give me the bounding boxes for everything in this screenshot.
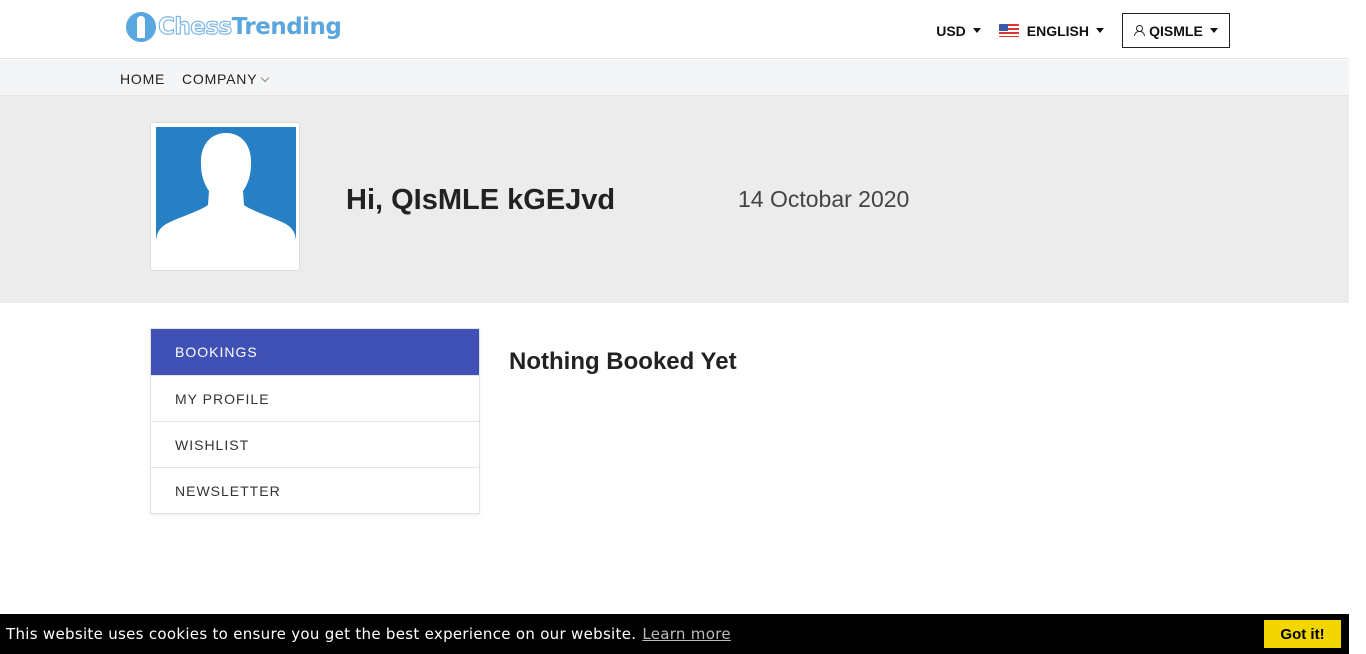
avatar-image [156,127,296,242]
logo-text: ChessTrending [157,13,342,40]
learn-more-link[interactable]: Learn more [642,625,731,643]
cookie-message: This website uses cookies to ensure you … [6,625,731,643]
user-label: QISMLE [1149,22,1203,39]
sidebar-item-newsletter[interactable]: NEWSLETTER [151,467,479,513]
sidebar-item-bookings[interactable]: BOOKINGS [151,329,479,375]
current-date: 14 Octobar 2020 [738,186,910,212]
nav-item-home[interactable]: HOME [120,71,165,87]
sidebar-item-label: NEWSLETTER [175,482,281,499]
sidebar-item-label: WISHLIST [175,436,250,453]
nav-item-label: COMPANY [182,71,258,87]
avatar [150,122,300,271]
user-icon [1134,25,1146,36]
sidebar-item-label: MY PROFILE [175,390,270,407]
default-user-silhouette-icon [156,133,296,242]
logo-text-chess: Chess [157,13,232,40]
caret-down-icon [1209,28,1218,33]
main-nav: HOME COMPANY [0,60,1349,96]
caret-down-icon [1096,28,1104,33]
empty-bookings-message: Nothing Booked Yet [509,348,737,375]
greeting-heading: Hi, QIsMLE kGEJvd [346,184,616,216]
top-header: ChessTrending USD ENGLISH QISMLE [0,0,1349,59]
sidebar-item-my-profile[interactable]: MY PROFILE [151,375,479,421]
language-label: ENGLISH [1026,22,1089,39]
nav-item-company[interactable]: COMPANY [182,71,270,87]
accept-cookies-button[interactable]: Got it! [1264,620,1341,648]
account-sidebar: BOOKINGS MY PROFILE WISHLIST NEWSLETTER [150,328,480,514]
us-flag-icon [998,24,1019,37]
chess-piece-icon [126,12,156,42]
sidebar-item-wishlist[interactable]: WISHLIST [151,421,479,467]
caret-down-icon [972,28,981,33]
currency-dropdown[interactable]: USD [936,23,981,39]
header-actions: USD ENGLISH QISMLE [936,13,1230,48]
site-logo[interactable]: ChessTrending [126,11,342,43]
cookie-banner: This website uses cookies to ensure you … [0,614,1349,654]
language-dropdown[interactable]: ENGLISH [998,22,1104,39]
chevron-down-icon [261,73,270,83]
user-menu-button[interactable]: QISMLE [1122,13,1230,48]
cookie-message-text: This website uses cookies to ensure you … [6,625,637,643]
currency-label: USD [936,22,966,39]
profile-hero: Hi, QIsMLE kGEJvd 14 Octobar 2020 [0,96,1349,303]
nav-item-label: HOME [120,71,166,87]
logo-text-trending: Trending [231,14,342,40]
sidebar-item-label: BOOKINGS [175,344,258,360]
page-scrollbar[interactable] [1349,0,1366,654]
